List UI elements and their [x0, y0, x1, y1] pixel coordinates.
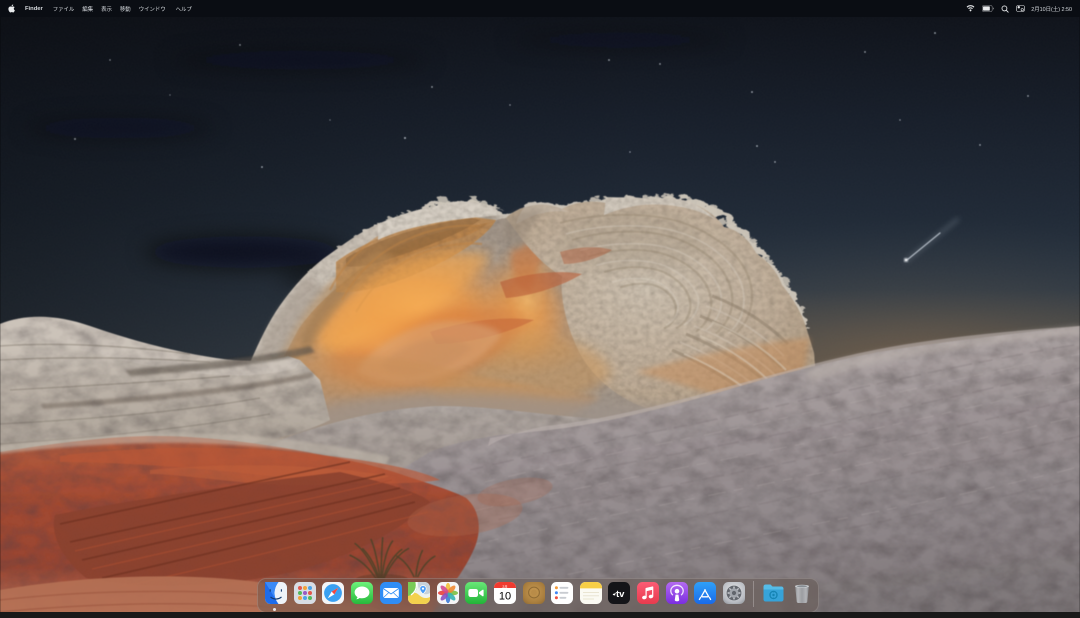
svg-text:tv: tv: [616, 589, 625, 600]
svg-text:2月: 2月: [502, 585, 507, 589]
svg-text:10: 10: [499, 591, 511, 603]
